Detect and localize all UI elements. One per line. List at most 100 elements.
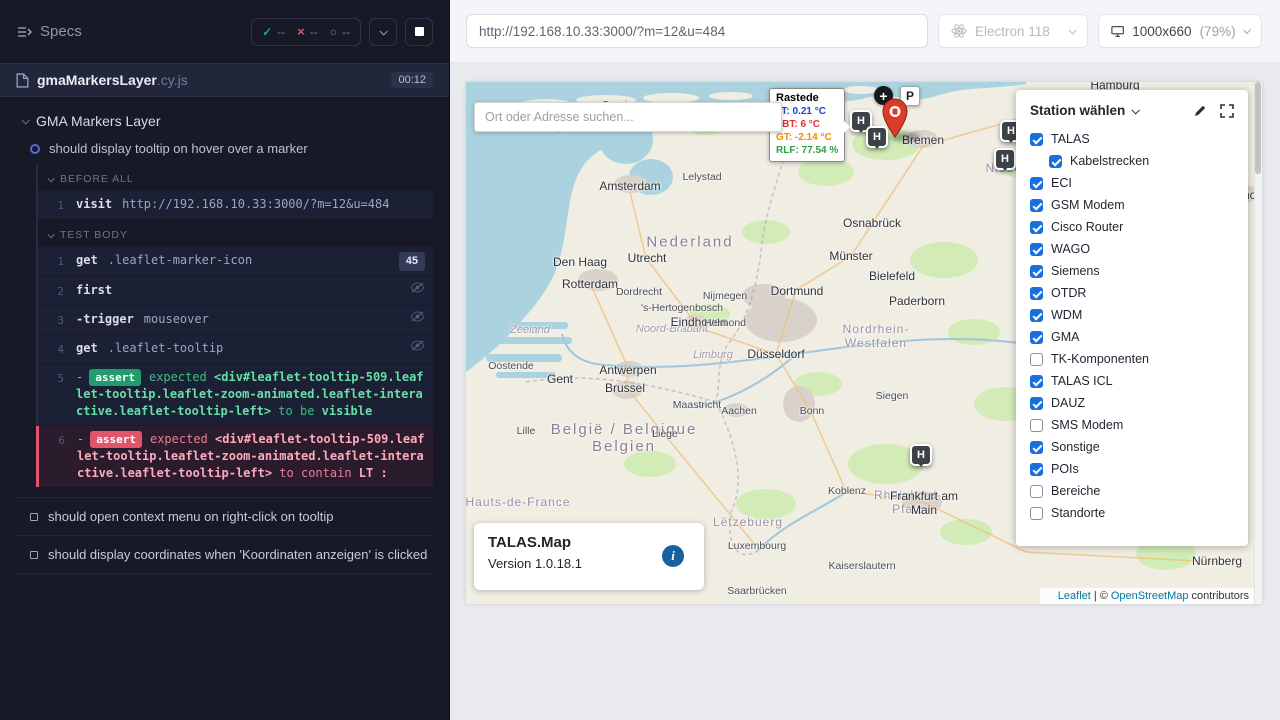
dash: - [76, 370, 83, 384]
assert-row-failed[interactable]: 6 -assertexpected <div#leaflet-tooltip-5… [36, 426, 433, 487]
command-row-visit[interactable]: 1 visithttp://192.168.10.33:3000/?m=12&u… [38, 191, 433, 219]
spec-name: gmaMarkersLayer.cy.js [37, 72, 188, 88]
test-running-icon [30, 144, 40, 154]
station-item[interactable]: SMS Modem [1016, 414, 1248, 436]
test-row-pending[interactable]: should display coordinates when 'Koordin… [16, 535, 433, 574]
station-checkbox[interactable] [1030, 309, 1043, 322]
command-name: visit [76, 197, 112, 211]
station-label: Standorte [1051, 506, 1105, 520]
station-item[interactable]: Bereiche [1016, 480, 1248, 502]
station-label: Kabelstrecken [1070, 154, 1149, 168]
viewport-select[interactable]: 1000x660 (79%) [1098, 14, 1262, 48]
before-all-label: BEFORE ALL [60, 173, 134, 185]
info-icon[interactable]: i [662, 545, 684, 567]
station-item[interactable]: GMA [1016, 326, 1248, 348]
station-item[interactable]: TALAS ICL [1016, 370, 1248, 392]
command-row-get-marker[interactable]: 1 get.leaflet-marker-icon 45 [38, 247, 433, 276]
station-label: TALAS ICL [1051, 374, 1113, 388]
station-checkbox[interactable] [1030, 353, 1043, 366]
chevron-down-icon [379, 27, 387, 35]
active-marker-pin[interactable] [882, 98, 908, 143]
station-checkbox[interactable] [1030, 221, 1043, 234]
station-item[interactable]: Sonstige [1016, 436, 1248, 458]
station-item[interactable]: ECI [1016, 172, 1248, 194]
station-item[interactable]: POIs [1016, 458, 1248, 480]
search-input[interactable] [474, 102, 782, 132]
station-checkbox[interactable] [1030, 419, 1043, 432]
scrollbar-thumb[interactable] [1255, 82, 1261, 174]
station-item[interactable]: Siemens [1016, 260, 1248, 282]
station-checkbox[interactable] [1049, 155, 1062, 168]
station-label: WDM [1051, 308, 1082, 322]
app-title: TALAS.Map [488, 534, 690, 551]
assert-pill: assert [89, 369, 141, 386]
station-label: DAUZ [1051, 396, 1085, 410]
station-checkbox[interactable] [1030, 177, 1043, 190]
test-stats[interactable]: ✓-- ×-- ○-- [251, 18, 361, 46]
station-checkbox[interactable] [1030, 331, 1043, 344]
command-number: 5 [38, 369, 64, 387]
stop-button[interactable] [405, 18, 433, 46]
station-checkbox[interactable] [1030, 507, 1043, 520]
station-checkbox[interactable] [1030, 441, 1043, 454]
test-title: should display coordinates when 'Koordin… [48, 547, 427, 562]
station-label: TK-Komponenten [1051, 352, 1149, 366]
station-item[interactable]: Kabelstrecken [1016, 150, 1248, 172]
station-label: WAGO [1051, 242, 1090, 256]
leaflet-link[interactable]: Leaflet [1058, 590, 1091, 602]
specs-nav[interactable]: Specs [16, 23, 82, 40]
station-item[interactable]: GSM Modem [1016, 194, 1248, 216]
station-item[interactable]: OTDR [1016, 282, 1248, 304]
browser-select[interactable]: Electron 118 [938, 14, 1088, 48]
station-panel: Station wählen TALAS Kabelstrecken ECIGSM … [1016, 90, 1248, 546]
station-checkbox[interactable] [1030, 375, 1043, 388]
osm-link[interactable]: OpenStreetMap [1111, 590, 1189, 602]
station-checkbox[interactable] [1030, 199, 1043, 212]
command-row-trigger[interactable]: 3 -triggermouseover [38, 306, 433, 334]
station-checkbox[interactable] [1030, 287, 1043, 300]
edit-pencil-icon[interactable] [1193, 104, 1207, 118]
station-checkbox[interactable] [1030, 397, 1043, 410]
fullscreen-icon[interactable] [1220, 104, 1234, 118]
spec-file-row[interactable]: gmaMarkersLayer.cy.js 00:12 [0, 63, 449, 97]
station-label: GMA [1051, 330, 1079, 344]
station-item[interactable]: WAGO [1016, 238, 1248, 260]
leaflet-map[interactable]: NederlandBelgië / Belgique BelgienNieder… [466, 82, 1262, 604]
test-row-active[interactable]: should display tooltip on hover over a m… [16, 137, 433, 164]
station-item[interactable]: DAUZ [1016, 392, 1248, 414]
station-item[interactable]: Cisco Router [1016, 216, 1248, 238]
station-marker-icon[interactable]: H [910, 444, 932, 466]
pending-square-icon [30, 513, 38, 521]
station-item[interactable]: WDM [1016, 304, 1248, 326]
viewport-zoom: (79%) [1200, 24, 1236, 39]
station-checkbox[interactable] [1030, 133, 1043, 146]
aut-toolbar: http://192.168.10.33:3000/?m=12&u=484 El… [450, 0, 1280, 63]
suite-row[interactable]: GMA Markers Layer [16, 109, 433, 137]
eye-slash-icon [410, 282, 425, 293]
assert-row-passed[interactable]: 5 -assertexpected <div#leaflet-tooltip-5… [38, 364, 433, 425]
url-bar[interactable]: http://192.168.10.33:3000/?m=12&u=484 [466, 14, 928, 48]
station-marker-icon[interactable]: H [994, 148, 1016, 170]
assert-pill: assert [90, 431, 142, 448]
test-body-header[interactable]: TEST BODY [38, 220, 433, 247]
station-item[interactable]: Standorte [1016, 502, 1248, 524]
station-label: POIs [1051, 462, 1079, 476]
command-row-first[interactable]: 2 first [38, 277, 433, 305]
stop-icon [415, 27, 424, 36]
test-body-label: TEST BODY [60, 229, 128, 241]
station-item[interactable]: TK-Komponenten [1016, 348, 1248, 370]
scrollbar [1254, 82, 1262, 604]
test-row-pending[interactable]: should open context menu on right-click … [16, 497, 433, 535]
chevron-down-icon[interactable] [1132, 106, 1140, 114]
station-checkbox[interactable] [1030, 243, 1043, 256]
station-select[interactable]: Station wählen [1030, 103, 1125, 118]
suite-chevron-icon [21, 116, 29, 124]
command-row-get-tooltip[interactable]: 4 get.leaflet-tooltip [38, 335, 433, 363]
station-item[interactable]: TALAS [1016, 128, 1248, 150]
collapse-button[interactable] [369, 18, 397, 46]
station-checkbox[interactable] [1030, 485, 1043, 498]
chevron-down-icon [48, 231, 55, 238]
station-checkbox[interactable] [1030, 265, 1043, 278]
station-checkbox[interactable] [1030, 463, 1043, 476]
before-all-header[interactable]: BEFORE ALL [38, 164, 433, 191]
